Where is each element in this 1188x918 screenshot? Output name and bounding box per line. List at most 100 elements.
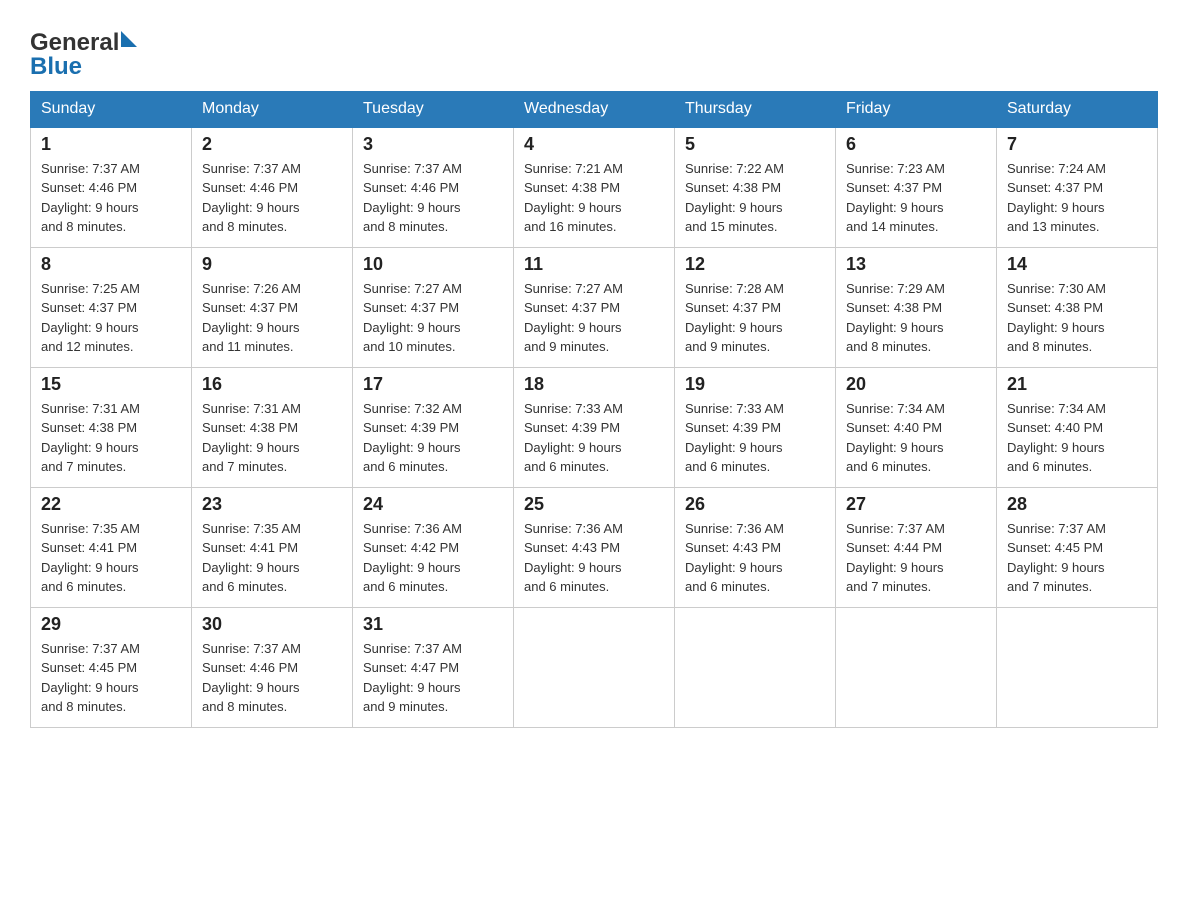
day-number: 13: [846, 254, 986, 275]
day-number: 20: [846, 374, 986, 395]
day-number: 21: [1007, 374, 1147, 395]
day-number: 4: [524, 134, 664, 155]
day-number: 26: [685, 494, 825, 515]
calendar-cell: [836, 607, 997, 727]
calendar-cell: 28 Sunrise: 7:37 AMSunset: 4:45 PMDaylig…: [997, 487, 1158, 607]
weekday-header-saturday: Saturday: [997, 91, 1158, 127]
day-info: Sunrise: 7:36 AMSunset: 4:43 PMDaylight:…: [524, 519, 664, 597]
logo-flag-icon: [121, 31, 137, 47]
day-number: 12: [685, 254, 825, 275]
day-info: Sunrise: 7:33 AMSunset: 4:39 PMDaylight:…: [524, 399, 664, 477]
day-number: 11: [524, 254, 664, 275]
day-number: 24: [363, 494, 503, 515]
day-number: 22: [41, 494, 181, 515]
day-number: 25: [524, 494, 664, 515]
calendar-cell: 24 Sunrise: 7:36 AMSunset: 4:42 PMDaylig…: [353, 487, 514, 607]
calendar-cell: 20 Sunrise: 7:34 AMSunset: 4:40 PMDaylig…: [836, 367, 997, 487]
day-info: Sunrise: 7:27 AMSunset: 4:37 PMDaylight:…: [524, 279, 664, 357]
calendar-cell: 31 Sunrise: 7:37 AMSunset: 4:47 PMDaylig…: [353, 607, 514, 727]
calendar-cell: 4 Sunrise: 7:21 AMSunset: 4:38 PMDayligh…: [514, 127, 675, 248]
calendar-week-row: 8 Sunrise: 7:25 AMSunset: 4:37 PMDayligh…: [31, 247, 1158, 367]
calendar-cell: 7 Sunrise: 7:24 AMSunset: 4:37 PMDayligh…: [997, 127, 1158, 248]
day-number: 10: [363, 254, 503, 275]
day-info: Sunrise: 7:37 AMSunset: 4:47 PMDaylight:…: [363, 639, 503, 717]
day-number: 31: [363, 614, 503, 635]
calendar-cell: [675, 607, 836, 727]
day-info: Sunrise: 7:35 AMSunset: 4:41 PMDaylight:…: [41, 519, 181, 597]
day-info: Sunrise: 7:32 AMSunset: 4:39 PMDaylight:…: [363, 399, 503, 477]
calendar-cell: 26 Sunrise: 7:36 AMSunset: 4:43 PMDaylig…: [675, 487, 836, 607]
calendar-cell: 27 Sunrise: 7:37 AMSunset: 4:44 PMDaylig…: [836, 487, 997, 607]
day-number: 23: [202, 494, 342, 515]
day-info: Sunrise: 7:37 AMSunset: 4:46 PMDaylight:…: [202, 639, 342, 717]
calendar-week-row: 15 Sunrise: 7:31 AMSunset: 4:38 PMDaylig…: [31, 367, 1158, 487]
day-info: Sunrise: 7:34 AMSunset: 4:40 PMDaylight:…: [846, 399, 986, 477]
day-number: 15: [41, 374, 181, 395]
calendar-cell: 11 Sunrise: 7:27 AMSunset: 4:37 PMDaylig…: [514, 247, 675, 367]
calendar-cell: 25 Sunrise: 7:36 AMSunset: 4:43 PMDaylig…: [514, 487, 675, 607]
day-info: Sunrise: 7:37 AMSunset: 4:45 PMDaylight:…: [1007, 519, 1147, 597]
day-number: 5: [685, 134, 825, 155]
calendar-cell: 30 Sunrise: 7:37 AMSunset: 4:46 PMDaylig…: [192, 607, 353, 727]
day-number: 3: [363, 134, 503, 155]
calendar-cell: 16 Sunrise: 7:31 AMSunset: 4:38 PMDaylig…: [192, 367, 353, 487]
weekday-header-friday: Friday: [836, 91, 997, 127]
calendar-cell: 21 Sunrise: 7:34 AMSunset: 4:40 PMDaylig…: [997, 367, 1158, 487]
day-info: Sunrise: 7:36 AMSunset: 4:43 PMDaylight:…: [685, 519, 825, 597]
day-info: Sunrise: 7:37 AMSunset: 4:46 PMDaylight:…: [363, 159, 503, 237]
day-info: Sunrise: 7:33 AMSunset: 4:39 PMDaylight:…: [685, 399, 825, 477]
day-info: Sunrise: 7:30 AMSunset: 4:38 PMDaylight:…: [1007, 279, 1147, 357]
day-info: Sunrise: 7:37 AMSunset: 4:44 PMDaylight:…: [846, 519, 986, 597]
day-info: Sunrise: 7:24 AMSunset: 4:37 PMDaylight:…: [1007, 159, 1147, 237]
day-info: Sunrise: 7:31 AMSunset: 4:38 PMDaylight:…: [41, 399, 181, 477]
calendar-cell: 29 Sunrise: 7:37 AMSunset: 4:45 PMDaylig…: [31, 607, 192, 727]
calendar-cell: 23 Sunrise: 7:35 AMSunset: 4:41 PMDaylig…: [192, 487, 353, 607]
day-number: 29: [41, 614, 181, 635]
day-number: 7: [1007, 134, 1147, 155]
day-info: Sunrise: 7:31 AMSunset: 4:38 PMDaylight:…: [202, 399, 342, 477]
day-number: 18: [524, 374, 664, 395]
logo-wordmark: General Blue: [30, 30, 137, 81]
logo-blue: Blue: [30, 54, 137, 80]
day-info: Sunrise: 7:28 AMSunset: 4:37 PMDaylight:…: [685, 279, 825, 357]
day-number: 2: [202, 134, 342, 155]
day-info: Sunrise: 7:22 AMSunset: 4:38 PMDaylight:…: [685, 159, 825, 237]
weekday-header-monday: Monday: [192, 91, 353, 127]
day-info: Sunrise: 7:37 AMSunset: 4:45 PMDaylight:…: [41, 639, 181, 717]
calendar-week-row: 22 Sunrise: 7:35 AMSunset: 4:41 PMDaylig…: [31, 487, 1158, 607]
header: General Blue: [30, 20, 1158, 81]
weekday-header-tuesday: Tuesday: [353, 91, 514, 127]
calendar-cell: 18 Sunrise: 7:33 AMSunset: 4:39 PMDaylig…: [514, 367, 675, 487]
day-number: 27: [846, 494, 986, 515]
weekday-header-row: SundayMondayTuesdayWednesdayThursdayFrid…: [31, 91, 1158, 127]
day-info: Sunrise: 7:26 AMSunset: 4:37 PMDaylight:…: [202, 279, 342, 357]
day-number: 19: [685, 374, 825, 395]
calendar-table: SundayMondayTuesdayWednesdayThursdayFrid…: [30, 91, 1158, 728]
weekday-header-wednesday: Wednesday: [514, 91, 675, 127]
day-number: 16: [202, 374, 342, 395]
day-info: Sunrise: 7:37 AMSunset: 4:46 PMDaylight:…: [202, 159, 342, 237]
calendar-cell: 8 Sunrise: 7:25 AMSunset: 4:37 PMDayligh…: [31, 247, 192, 367]
day-number: 30: [202, 614, 342, 635]
day-number: 8: [41, 254, 181, 275]
weekday-header-sunday: Sunday: [31, 91, 192, 127]
calendar-cell: 10 Sunrise: 7:27 AMSunset: 4:37 PMDaylig…: [353, 247, 514, 367]
day-number: 1: [41, 134, 181, 155]
calendar-cell: 15 Sunrise: 7:31 AMSunset: 4:38 PMDaylig…: [31, 367, 192, 487]
day-info: Sunrise: 7:34 AMSunset: 4:40 PMDaylight:…: [1007, 399, 1147, 477]
day-number: 9: [202, 254, 342, 275]
day-info: Sunrise: 7:37 AMSunset: 4:46 PMDaylight:…: [41, 159, 181, 237]
day-number: 28: [1007, 494, 1147, 515]
day-number: 17: [363, 374, 503, 395]
calendar-cell: 3 Sunrise: 7:37 AMSunset: 4:46 PMDayligh…: [353, 127, 514, 248]
day-info: Sunrise: 7:36 AMSunset: 4:42 PMDaylight:…: [363, 519, 503, 597]
day-info: Sunrise: 7:23 AMSunset: 4:37 PMDaylight:…: [846, 159, 986, 237]
day-info: Sunrise: 7:21 AMSunset: 4:38 PMDaylight:…: [524, 159, 664, 237]
calendar-cell: 22 Sunrise: 7:35 AMSunset: 4:41 PMDaylig…: [31, 487, 192, 607]
calendar-cell: 17 Sunrise: 7:32 AMSunset: 4:39 PMDaylig…: [353, 367, 514, 487]
calendar-week-row: 1 Sunrise: 7:37 AMSunset: 4:46 PMDayligh…: [31, 127, 1158, 248]
logo: General Blue: [30, 30, 137, 81]
calendar-cell: 12 Sunrise: 7:28 AMSunset: 4:37 PMDaylig…: [675, 247, 836, 367]
calendar-cell: 5 Sunrise: 7:22 AMSunset: 4:38 PMDayligh…: [675, 127, 836, 248]
day-number: 6: [846, 134, 986, 155]
